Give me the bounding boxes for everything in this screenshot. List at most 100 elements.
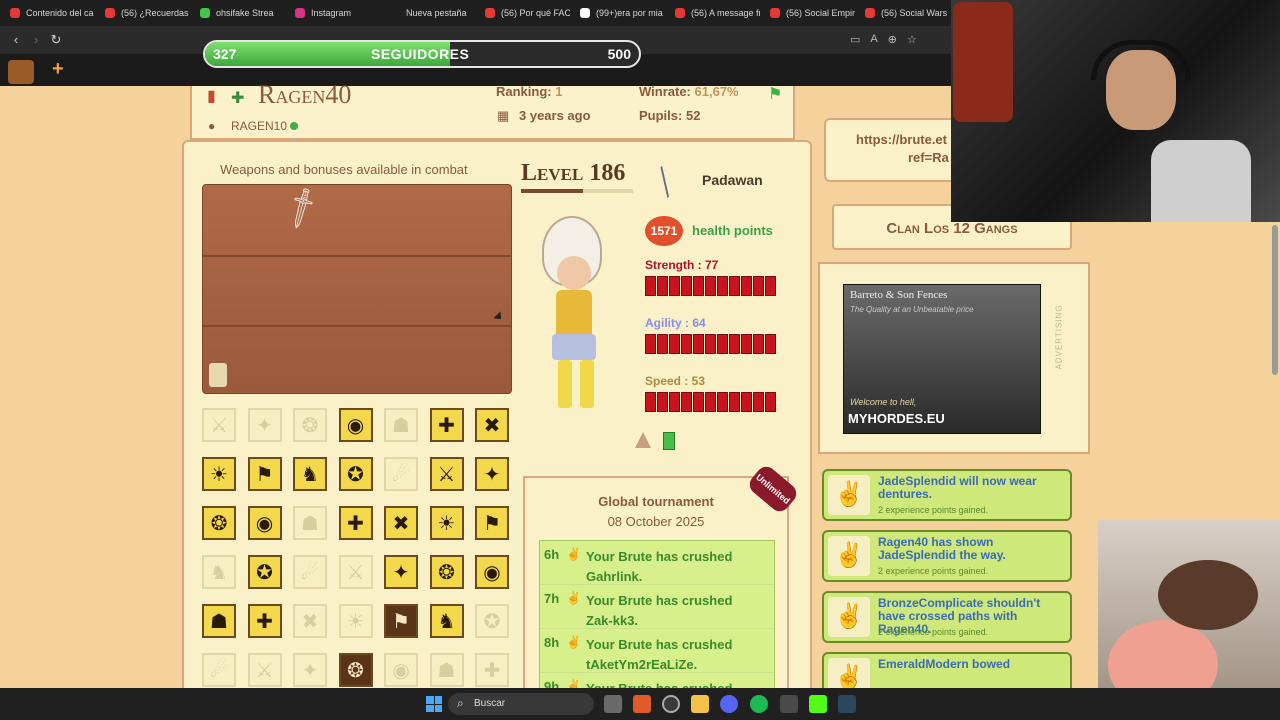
- skill-icon[interactable]: ☗: [429, 653, 464, 687]
- tab-label: (56) A message fr: [691, 8, 760, 18]
- browser-tab[interactable]: (56) Por qué FACT: [475, 0, 570, 26]
- browser-tab[interactable]: (56) A message fr: [665, 0, 760, 26]
- tab-label: (56) Por qué FACT: [501, 8, 570, 18]
- tournament-panel[interactable]: Global tournament 08 October 2025 6h ✌ You…: [523, 476, 789, 718]
- skill-icon[interactable]: ✖: [293, 604, 327, 638]
- back-icon[interactable]: ‹: [8, 32, 24, 48]
- browser-tab[interactable]: (56) Social Empir: [760, 0, 855, 26]
- skill-icon[interactable]: ✪: [475, 604, 509, 638]
- brave-browser-icon[interactable]: [633, 695, 651, 713]
- skill-icon[interactable]: ⚔: [202, 408, 236, 442]
- skill-icon[interactable]: ◉: [247, 506, 282, 540]
- skill-icon[interactable]: ♞: [293, 457, 327, 491]
- skill-icon[interactable]: ⚑: [247, 457, 282, 491]
- skill-icon[interactable]: ⚑: [475, 506, 509, 540]
- tournament-row[interactable]: 7h ✌ Your Brute has crushed Zak-kk3.: [540, 585, 774, 629]
- skill-icon[interactable]: ☄: [293, 555, 327, 589]
- skill-icon[interactable]: ✦: [293, 653, 327, 687]
- skill-icon[interactable]: ☀: [338, 604, 373, 638]
- skill-icon[interactable]: ✚: [475, 653, 509, 687]
- skill-icon[interactable]: ✚: [247, 604, 282, 638]
- victory-hand-icon: ✌: [828, 597, 870, 637]
- add-icon[interactable]: +: [52, 58, 64, 81]
- skill-icon[interactable]: ☗: [384, 408, 418, 442]
- windows-start-icon[interactable]: [426, 696, 442, 712]
- skill-icon[interactable]: ⚑: [384, 604, 418, 638]
- task-view-icon[interactable]: [604, 695, 622, 713]
- skill-icon[interactable]: ✪: [338, 457, 373, 491]
- skill-icon[interactable]: ❂: [293, 408, 327, 442]
- brute-avatar-icon[interactable]: [8, 60, 34, 84]
- referral-box[interactable]: https://brute.et ref=Ra: [824, 118, 964, 182]
- steam-client-icon[interactable]: [838, 695, 856, 713]
- zoom-icon[interactable]: ⊕: [888, 33, 897, 47]
- tournament-row[interactable]: 8h ✌ Your Brute has crushed tAketYm2rEaLiZe…: [540, 629, 774, 673]
- skill-icon[interactable]: ◉: [384, 653, 418, 687]
- activity-item[interactable]: ✌ BronzeComplicate shouldn't have crossed…: [822, 591, 1072, 643]
- screen-icon[interactable]: ▭: [850, 33, 860, 47]
- taskbar-search[interactable]: ⌕ Buscar: [448, 693, 594, 715]
- taskbar-search-label: Buscar: [474, 698, 506, 709]
- skill-icon[interactable]: ☄: [202, 653, 236, 687]
- browser-tab[interactable]: Instagram: [285, 0, 380, 26]
- skill-icon[interactable]: ✚: [338, 506, 373, 540]
- skill-icon[interactable]: ❂: [338, 653, 373, 687]
- level-label: Level: [521, 160, 584, 186]
- skill-icon[interactable]: ☀: [429, 506, 464, 540]
- round-time: 7h: [544, 591, 560, 606]
- tab-favicon-icon: [105, 8, 115, 18]
- pupils-value: 52: [685, 108, 701, 123]
- bookmark-star-icon[interactable]: ☆: [907, 33, 917, 47]
- skill-icon[interactable]: ✦: [247, 408, 282, 442]
- victory-hand-icon: ✌: [828, 536, 870, 576]
- skill-icon[interactable]: ⚔: [429, 457, 464, 491]
- user-name[interactable]: RAGEN10: [231, 119, 287, 133]
- skill-icon[interactable]: ☀: [202, 457, 236, 491]
- page-scrollbar[interactable]: [1272, 225, 1278, 375]
- skill-icon[interactable]: ⚔: [247, 653, 282, 687]
- skill-icon[interactable]: ☗: [293, 506, 327, 540]
- skill-icon[interactable]: ☗: [202, 604, 236, 638]
- skill-icon[interactable]: ◉: [475, 555, 509, 589]
- browser-tab[interactable]: Nueva pestaña: [380, 0, 475, 26]
- tournament-row[interactable]: 6h ✌ Your Brute has crushed Gahrlink.: [540, 541, 774, 585]
- skill-icon[interactable]: ✪: [247, 555, 282, 589]
- bookmark-flag-icon[interactable]: ⚑: [768, 84, 782, 104]
- round-result: Your Brute has crushed: [586, 549, 733, 564]
- skill-icon[interactable]: ⚔: [338, 555, 373, 589]
- tournament-title: Global tournament: [598, 494, 714, 509]
- skill-icon[interactable]: ✦: [384, 555, 418, 589]
- app-icon[interactable]: [780, 695, 798, 713]
- discord-icon[interactable]: [720, 695, 738, 713]
- skill-icon[interactable]: ✚: [429, 408, 464, 442]
- skill-icon[interactable]: ✖: [384, 506, 418, 540]
- activity-item[interactable]: ✌ Ragen40 has shown JadeSplendid the way.…: [822, 530, 1072, 582]
- browser-tab[interactable]: (56) ¿Recuerdas a: [95, 0, 190, 26]
- skill-icon[interactable]: ♞: [202, 555, 236, 589]
- stat-bar: [645, 334, 776, 354]
- spotify-icon[interactable]: [750, 695, 768, 713]
- activity-item[interactable]: ✌ JadeSplendid will now wear dentures. 2 e…: [822, 469, 1072, 521]
- skill-icon[interactable]: ✦: [475, 457, 509, 491]
- skill-icon[interactable]: ✖: [475, 408, 509, 442]
- stat-label: Strength : 77: [645, 258, 719, 272]
- advertising-banner[interactable]: Barreto & Son Fences The Quality at an U…: [843, 284, 1041, 434]
- skill-icon[interactable]: ❂: [202, 506, 236, 540]
- steam-icon[interactable]: [662, 695, 680, 713]
- browser-tab[interactable]: Contenido del ca: [0, 0, 95, 26]
- file-explorer-icon[interactable]: [691, 695, 709, 713]
- skill-icon[interactable]: ◉: [338, 408, 373, 442]
- translate-icon[interactable]: A: [870, 33, 877, 47]
- forward-icon[interactable]: ›: [28, 32, 44, 48]
- reload-icon[interactable]: ↻: [48, 32, 64, 48]
- winrate-value: 61,67%: [694, 84, 739, 99]
- round-time: 6h: [544, 547, 560, 562]
- browser-tab[interactable]: (99+)era por mia: [570, 0, 665, 26]
- user-icon: ●: [208, 119, 216, 133]
- skill-icon[interactable]: ❂: [429, 555, 464, 589]
- browser-tab[interactable]: ohsifake Strea: [190, 0, 285, 26]
- skill-icon[interactable]: ☄: [384, 457, 418, 491]
- skill-icon[interactable]: ♞: [429, 604, 464, 638]
- kick-icon[interactable]: [809, 695, 827, 713]
- browser-tab[interactable]: (56) Social Wars: [855, 0, 950, 26]
